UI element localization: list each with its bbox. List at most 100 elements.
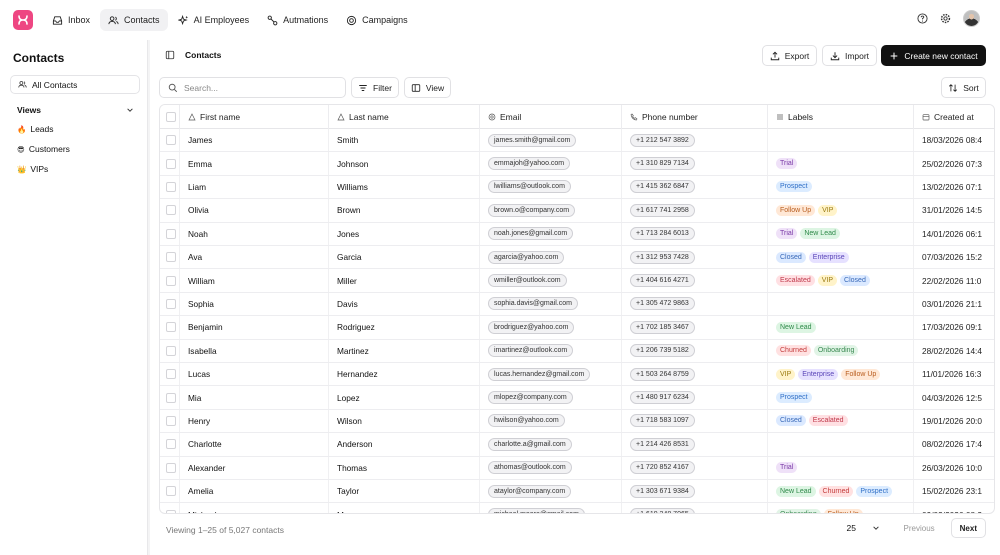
search-input[interactable] bbox=[184, 82, 334, 93]
phone-pill[interactable]: +1 214 426 8531 bbox=[630, 437, 695, 451]
table-row[interactable]: Charlotte Anderson charlotte.a@gmail.com +1… bbox=[160, 433, 994, 457]
column-header-phone-number[interactable]: Phone number bbox=[622, 105, 768, 129]
row-checkbox-cell[interactable] bbox=[160, 363, 180, 386]
row-checkbox[interactable] bbox=[166, 181, 176, 192]
nav-item-autmations[interactable]: Autmations bbox=[259, 9, 336, 31]
table-row[interactable]: Olivia Brown brown.o@company.com +1 617 741… bbox=[160, 199, 994, 223]
row-checkbox[interactable] bbox=[166, 462, 176, 473]
row-checkbox-cell[interactable] bbox=[160, 339, 180, 362]
sort-button[interactable]: Sort bbox=[941, 77, 986, 98]
row-checkbox-cell[interactable] bbox=[160, 152, 180, 175]
table-row[interactable]: Liam Williams lwilliams@outlook.com +1 415 … bbox=[160, 175, 994, 200]
select-all-checkbox[interactable] bbox=[166, 112, 176, 122]
row-checkbox[interactable] bbox=[166, 369, 176, 380]
column-header-last-name[interactable]: Last name bbox=[329, 105, 480, 129]
row-checkbox-cell[interactable] bbox=[160, 199, 180, 222]
nav-item-contacts[interactable]: Contacts bbox=[100, 9, 168, 31]
table-row[interactable]: MichaelMoore michael.moore@gmail.com +1 61… bbox=[160, 503, 994, 513]
row-checkbox[interactable] bbox=[166, 275, 176, 286]
row-checkbox[interactable] bbox=[166, 509, 176, 513]
email-pill[interactable]: ataylor@company.com bbox=[488, 484, 572, 498]
table-row[interactable]: Sophia Davis sophia.davis@gmail.com +1 305 … bbox=[160, 292, 994, 317]
email-pill[interactable]: imartinez@outlook.com bbox=[488, 344, 574, 358]
table-row[interactable]: Lucas Hernandez lucas.hernandez@gmail.com +… bbox=[160, 363, 994, 387]
phone-pill[interactable]: +1 702 185 3467 bbox=[630, 320, 695, 334]
next-page-button[interactable]: Next bbox=[950, 518, 986, 538]
column-header-created-at[interactable]: Created at bbox=[914, 105, 994, 129]
row-checkbox[interactable] bbox=[166, 228, 176, 239]
views-section-toggle[interactable]: Views bbox=[17, 105, 134, 115]
create-new-contact-button[interactable]: Create new contact bbox=[881, 45, 986, 66]
phone-pill[interactable]: +1 312 953 7428 bbox=[630, 250, 695, 264]
email-pill[interactable]: hwilson@yahoo.com bbox=[488, 414, 565, 428]
sidebar-item-all-contacts[interactable]: All Contacts bbox=[10, 75, 140, 94]
row-checkbox-cell[interactable] bbox=[160, 480, 180, 503]
email-pill[interactable]: agarcia@yahoo.com bbox=[488, 250, 565, 264]
table-row[interactable]: William Miller wmiller@outlook.com +1 404 6… bbox=[160, 269, 994, 293]
nav-item-campaigns[interactable]: Campaigns bbox=[338, 9, 416, 31]
row-checkbox[interactable] bbox=[166, 205, 176, 216]
table-row[interactable]: Isabella Martinez imartinez@outlook.com +1 … bbox=[160, 339, 994, 363]
email-pill[interactable]: brown.o@company.com bbox=[488, 203, 576, 217]
row-checkbox-cell[interactable] bbox=[160, 316, 180, 339]
table-row[interactable]: Henry Wilson hwilson@yahoo.com +1 718 583 1… bbox=[160, 409, 994, 434]
email-pill[interactable]: emmajoh@yahoo.com bbox=[488, 157, 571, 171]
sidebar-toggle-icon[interactable] bbox=[165, 50, 175, 60]
settings-gear-icon[interactable] bbox=[940, 13, 951, 24]
email-pill[interactable]: mlopez@company.com bbox=[488, 391, 573, 405]
sidebar-view-vips[interactable]: 👑 VIPs bbox=[17, 164, 48, 174]
phone-pill[interactable]: +1 212 547 3892 bbox=[630, 133, 695, 147]
phone-pill[interactable]: +1 617 741 2958 bbox=[630, 203, 695, 217]
phone-pill[interactable]: +1 720 852 4167 bbox=[630, 461, 695, 475]
phone-pill[interactable]: +1 480 917 6234 bbox=[630, 391, 695, 405]
column-header-email[interactable]: Email bbox=[480, 105, 622, 129]
row-checkbox[interactable] bbox=[166, 252, 176, 263]
row-checkbox-cell[interactable] bbox=[160, 222, 180, 245]
row-checkbox[interactable] bbox=[166, 345, 176, 356]
phone-pill[interactable]: +1 310 829 7134 bbox=[630, 157, 695, 171]
table-row[interactable]: Benjamin Rodriguez brodriguez@yahoo.com +1 … bbox=[160, 316, 994, 340]
table-row[interactable]: Amelia Taylor ataylor@company.com +1 303 67… bbox=[160, 480, 994, 504]
phone-pill[interactable]: +1 404 616 4271 bbox=[630, 274, 695, 288]
row-checkbox[interactable] bbox=[166, 415, 176, 426]
select-all-checkbox-cell[interactable] bbox=[160, 105, 180, 129]
row-checkbox-cell[interactable] bbox=[160, 175, 180, 199]
help-icon[interactable] bbox=[917, 13, 928, 24]
view-button[interactable]: View bbox=[404, 77, 451, 98]
column-header-first-name[interactable]: First name bbox=[180, 105, 329, 129]
table-row[interactable]: James Smith james.smith@gmail.com +1 212 54… bbox=[160, 129, 994, 153]
phone-pill[interactable]: +1 206 739 5182 bbox=[630, 344, 695, 358]
row-checkbox-cell[interactable] bbox=[160, 269, 180, 292]
row-checkbox[interactable] bbox=[166, 298, 176, 309]
nav-item-inbox[interactable]: Inbox bbox=[44, 9, 98, 31]
row-checkbox-cell[interactable] bbox=[160, 386, 180, 409]
app-logo[interactable] bbox=[13, 10, 33, 30]
email-pill[interactable]: sophia.davis@gmail.com bbox=[488, 297, 578, 311]
page-size-select[interactable]: 25 bbox=[841, 518, 886, 538]
email-pill[interactable]: lwilliams@outlook.com bbox=[488, 180, 571, 194]
row-checkbox[interactable] bbox=[166, 322, 176, 333]
email-pill[interactable]: lucas.hernandez@gmail.com bbox=[488, 367, 591, 381]
row-checkbox-cell[interactable] bbox=[160, 503, 180, 513]
nav-item-ai-employees[interactable]: AI Employees bbox=[170, 9, 258, 31]
table-row[interactable]: Emma Johnson emmajoh@yahoo.com +1 310 829 7… bbox=[160, 152, 994, 176]
filter-button[interactable]: Filter bbox=[351, 77, 399, 98]
phone-pill[interactable]: +1 713 284 6013 bbox=[630, 227, 695, 241]
previous-page-button[interactable]: Previous bbox=[896, 518, 943, 538]
row-checkbox[interactable] bbox=[166, 486, 176, 497]
phone-pill[interactable]: +1 503 264 8759 bbox=[630, 367, 695, 381]
table-row[interactable]: Mia Lopez mlopez@company.com +1 480 917 623… bbox=[160, 386, 994, 410]
email-pill[interactable]: charlotte.a@gmail.com bbox=[488, 437, 572, 451]
table-row[interactable]: Noah Jones noah.jones@gmail.com +1 713 284 … bbox=[160, 222, 994, 246]
row-checkbox[interactable] bbox=[166, 392, 176, 403]
email-pill[interactable]: noah.jones@gmail.com bbox=[488, 227, 574, 241]
row-checkbox[interactable] bbox=[166, 135, 176, 146]
email-pill[interactable]: james.smith@gmail.com bbox=[488, 133, 577, 147]
row-checkbox-cell[interactable] bbox=[160, 129, 180, 152]
phone-pill[interactable]: +1 305 472 9863 bbox=[630, 297, 695, 311]
table-row[interactable]: Ava Garcia agarcia@yahoo.com +1 312 953 742… bbox=[160, 246, 994, 270]
phone-pill[interactable]: +1 619 248 7065 bbox=[630, 508, 695, 513]
phone-pill[interactable]: +1 415 362 6847 bbox=[630, 180, 695, 194]
email-pill[interactable]: michael.moore@gmail.com bbox=[488, 508, 585, 513]
phone-pill[interactable]: +1 718 583 1097 bbox=[630, 414, 695, 428]
